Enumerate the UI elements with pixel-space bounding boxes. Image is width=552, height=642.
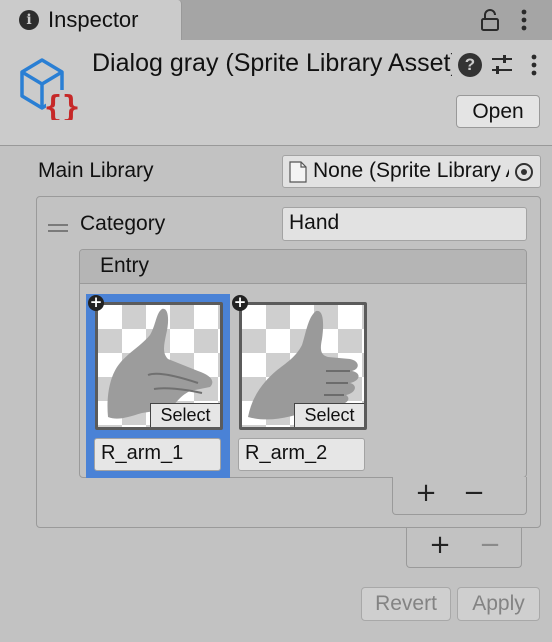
- category-label: Category: [80, 212, 166, 235]
- remove-category-button[interactable]: −: [477, 532, 503, 559]
- drag-handle-icon[interactable]: [48, 224, 68, 232]
- sprite-name-input[interactable]: R_arm_1: [94, 438, 221, 471]
- add-entry-button[interactable]: +: [413, 480, 439, 507]
- svg-text:{}: {}: [44, 90, 80, 120]
- kebab-menu-icon[interactable]: [524, 53, 544, 77]
- category-add-remove-footer: + −: [406, 528, 522, 568]
- lock-icon[interactable]: [480, 8, 500, 32]
- entry-list: Entry Select + R_arm_1 Select + R_arm_2: [79, 249, 527, 478]
- plus-badge-icon: +: [232, 293, 248, 311]
- select-sprite-button[interactable]: Select: [150, 403, 220, 427]
- main-library-value: None (Sprite Library Asset): [313, 159, 509, 182]
- category-name-input[interactable]: Hand: [282, 207, 527, 241]
- sprite-library-asset-icon: {}: [20, 58, 80, 120]
- revert-button[interactable]: Revert: [361, 587, 451, 621]
- help-icon[interactable]: ?: [458, 53, 482, 77]
- main-library-field[interactable]: None (Sprite Library Asset): [282, 155, 541, 188]
- info-icon: i: [19, 10, 39, 30]
- entry-header: Entry: [80, 250, 526, 284]
- object-picker-icon[interactable]: [515, 163, 533, 181]
- main-library-label: Main Library: [38, 159, 154, 182]
- sprite-preview[interactable]: Select: [239, 302, 367, 430]
- entry-add-remove-footer: + −: [392, 477, 527, 515]
- category-list: Category Hand Entry Select + R_arm_1 Sel…: [36, 196, 541, 528]
- add-category-button[interactable]: +: [427, 532, 453, 559]
- inspector-header: {} Dialog gray (Sprite Library Asset) ? …: [0, 40, 552, 146]
- entry-label: Entry: [100, 254, 150, 277]
- plus-badge-icon: +: [88, 293, 104, 311]
- sprite-name-input[interactable]: R_arm_2: [238, 438, 365, 471]
- remove-entry-button[interactable]: −: [461, 480, 487, 507]
- tab-bar: i Inspector: [0, 0, 552, 41]
- open-button[interactable]: Open: [456, 95, 540, 128]
- sprite-entry[interactable]: Select + R_arm_2: [230, 294, 374, 478]
- sprite-entry[interactable]: Select + R_arm_1: [86, 294, 230, 478]
- sliders-icon[interactable]: [490, 53, 514, 77]
- tab-label: Inspector: [48, 7, 139, 32]
- select-sprite-button[interactable]: Select: [294, 403, 364, 427]
- document-icon: [289, 161, 307, 183]
- sprite-preview[interactable]: Select: [95, 302, 223, 430]
- kebab-menu-icon[interactable]: [514, 8, 534, 32]
- inspector-body: Main Library None (Sprite Library Asset)…: [0, 146, 552, 642]
- tab-inspector[interactable]: i Inspector: [0, 0, 182, 41]
- asset-title: Dialog gray (Sprite Library Asset): [92, 49, 452, 77]
- apply-button[interactable]: Apply: [457, 587, 540, 621]
